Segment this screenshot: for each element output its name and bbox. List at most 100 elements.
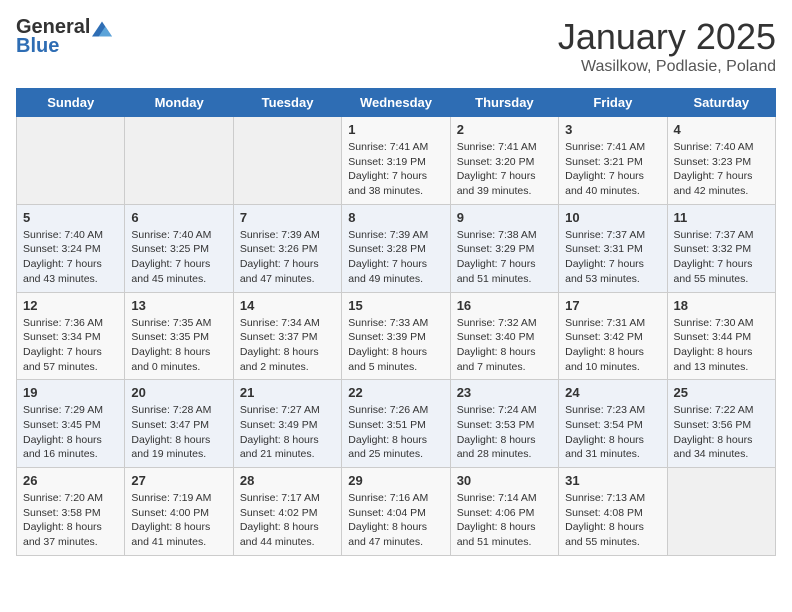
day-number: 23 xyxy=(457,385,552,400)
day-number: 13 xyxy=(131,298,226,313)
day-number: 3 xyxy=(565,122,660,137)
day-info: Sunrise: 7:40 AM Sunset: 3:25 PM Dayligh… xyxy=(131,228,226,287)
day-info: Sunrise: 7:40 AM Sunset: 3:24 PM Dayligh… xyxy=(23,228,118,287)
month-title: January 2025 xyxy=(558,16,776,58)
day-info: Sunrise: 7:30 AM Sunset: 3:44 PM Dayligh… xyxy=(674,316,769,375)
day-number: 21 xyxy=(240,385,335,400)
calendar-cell: 19 Sunrise: 7:29 AM Sunset: 3:45 PM Dayli… xyxy=(17,380,125,468)
calendar-cell xyxy=(125,117,233,205)
day-info: Sunrise: 7:37 AM Sunset: 3:32 PM Dayligh… xyxy=(674,228,769,287)
day-info: Sunrise: 7:28 AM Sunset: 3:47 PM Dayligh… xyxy=(131,403,226,462)
day-number: 4 xyxy=(674,122,769,137)
calendar-cell: 27Sunrise: 7:19 AM Sunset: 4:00 PM Dayli… xyxy=(125,468,233,556)
day-number: 14 xyxy=(240,298,335,313)
day-number: 28 xyxy=(240,473,335,488)
day-header-saturday: Saturday xyxy=(667,89,775,117)
day-number: 8 xyxy=(348,210,443,225)
day-info: Sunrise: 7:23 AM Sunset: 3:54 PM Dayligh… xyxy=(565,403,660,462)
day-header-wednesday: Wednesday xyxy=(342,89,450,117)
calendar-table: SundayMondayTuesdayWednesdayThursdayFrid… xyxy=(16,88,776,556)
day-number: 26 xyxy=(23,473,118,488)
day-number: 20 xyxy=(131,385,226,400)
calendar-cell: 11 Sunrise: 7:37 AM Sunset: 3:32 PM Dayli… xyxy=(667,204,775,292)
calendar-cell: 29 Sunrise: 7:16 AM Sunset: 4:04 PM Dayli… xyxy=(342,468,450,556)
day-info: Sunrise: 7:24 AM Sunset: 3:53 PM Dayligh… xyxy=(457,403,552,462)
day-number: 12 xyxy=(23,298,118,313)
day-number: 18 xyxy=(674,298,769,313)
day-number: 11 xyxy=(674,210,769,225)
calendar-cell: 1Sunrise: 7:41 AM Sunset: 3:19 PM Daylig… xyxy=(342,117,450,205)
day-number: 25 xyxy=(674,385,769,400)
day-number: 10 xyxy=(565,210,660,225)
day-number: 1 xyxy=(348,122,443,137)
week-row-4: 19 Sunrise: 7:29 AM Sunset: 3:45 PM Dayli… xyxy=(17,380,776,468)
day-info: Sunrise: 7:13 AM Sunset: 4:08 PM Dayligh… xyxy=(565,491,660,550)
calendar-cell: 4 Sunrise: 7:40 AM Sunset: 3:23 PM Daylig… xyxy=(667,117,775,205)
calendar-cell: 31 Sunrise: 7:13 AM Sunset: 4:08 PM Dayli… xyxy=(559,468,667,556)
day-header-sunday: Sunday xyxy=(17,89,125,117)
calendar-cell: 26 Sunrise: 7:20 AM Sunset: 3:58 PM Dayli… xyxy=(17,468,125,556)
day-number: 15 xyxy=(348,298,443,313)
day-number: 9 xyxy=(457,210,552,225)
calendar-cell: 20 Sunrise: 7:28 AM Sunset: 3:47 PM Dayli… xyxy=(125,380,233,468)
day-number: 19 xyxy=(23,385,118,400)
calendar-cell: 16 Sunrise: 7:32 AM Sunset: 3:40 PM Dayli… xyxy=(450,292,558,380)
day-info: Sunrise: 7:29 AM Sunset: 3:45 PM Dayligh… xyxy=(23,403,118,462)
calendar-cell xyxy=(17,117,125,205)
calendar-cell: 24 Sunrise: 7:23 AM Sunset: 3:54 PM Dayli… xyxy=(559,380,667,468)
day-info: Sunrise: 7:34 AM Sunset: 3:37 PM Dayligh… xyxy=(240,316,335,375)
day-info: Sunrise: 7:20 AM Sunset: 3:58 PM Dayligh… xyxy=(23,491,118,550)
day-info: Sunrise: 7:17 AM Sunset: 4:02 PM Dayligh… xyxy=(240,491,335,550)
day-header-thursday: Thursday xyxy=(450,89,558,117)
week-row-2: 5 Sunrise: 7:40 AM Sunset: 3:24 PM Daylig… xyxy=(17,204,776,292)
calendar-cell: 14 Sunrise: 7:34 AM Sunset: 3:37 PM Dayli… xyxy=(233,292,341,380)
day-number: 22 xyxy=(348,385,443,400)
calendar-cell: 6Sunrise: 7:40 AM Sunset: 3:25 PM Daylig… xyxy=(125,204,233,292)
calendar-cell: 3 Sunrise: 7:41 AM Sunset: 3:21 PM Daylig… xyxy=(559,117,667,205)
day-info: Sunrise: 7:37 AM Sunset: 3:31 PM Dayligh… xyxy=(565,228,660,287)
page-header: General Blue January 2025 Wasilkow, Podl… xyxy=(16,16,776,76)
calendar-cell xyxy=(667,468,775,556)
day-number: 7 xyxy=(240,210,335,225)
day-header-friday: Friday xyxy=(559,89,667,117)
calendar-cell: 13 Sunrise: 7:35 AM Sunset: 3:35 PM Dayli… xyxy=(125,292,233,380)
calendar-cell: 28 Sunrise: 7:17 AM Sunset: 4:02 PM Dayli… xyxy=(233,468,341,556)
calendar-cell: 21 Sunrise: 7:27 AM Sunset: 3:49 PM Dayli… xyxy=(233,380,341,468)
day-info: Sunrise: 7:31 AM Sunset: 3:42 PM Dayligh… xyxy=(565,316,660,375)
week-row-3: 12 Sunrise: 7:36 AM Sunset: 3:34 PM Dayli… xyxy=(17,292,776,380)
calendar-cell: 17 Sunrise: 7:31 AM Sunset: 3:42 PM Dayli… xyxy=(559,292,667,380)
day-info: Sunrise: 7:39 AM Sunset: 3:28 PM Dayligh… xyxy=(348,228,443,287)
day-info: Sunrise: 7:40 AM Sunset: 3:23 PM Dayligh… xyxy=(674,140,769,199)
calendar-cell: 22Sunrise: 7:26 AM Sunset: 3:51 PM Dayli… xyxy=(342,380,450,468)
day-number: 29 xyxy=(348,473,443,488)
day-number: 17 xyxy=(565,298,660,313)
day-number: 5 xyxy=(23,210,118,225)
day-info: Sunrise: 7:32 AM Sunset: 3:40 PM Dayligh… xyxy=(457,316,552,375)
day-number: 30 xyxy=(457,473,552,488)
day-info: Sunrise: 7:19 AM Sunset: 4:00 PM Dayligh… xyxy=(131,491,226,550)
day-info: Sunrise: 7:27 AM Sunset: 3:49 PM Dayligh… xyxy=(240,403,335,462)
day-info: Sunrise: 7:33 AM Sunset: 3:39 PM Dayligh… xyxy=(348,316,443,375)
day-info: Sunrise: 7:35 AM Sunset: 3:35 PM Dayligh… xyxy=(131,316,226,375)
calendar-cell: 5 Sunrise: 7:40 AM Sunset: 3:24 PM Daylig… xyxy=(17,204,125,292)
day-info: Sunrise: 7:36 AM Sunset: 3:34 PM Dayligh… xyxy=(23,316,118,375)
title-block: January 2025 Wasilkow, Podlasie, Poland xyxy=(558,16,776,76)
calendar-cell: 18 Sunrise: 7:30 AM Sunset: 3:44 PM Dayli… xyxy=(667,292,775,380)
day-header-tuesday: Tuesday xyxy=(233,89,341,117)
day-info: Sunrise: 7:38 AM Sunset: 3:29 PM Dayligh… xyxy=(457,228,552,287)
calendar-cell: 15 Sunrise: 7:33 AM Sunset: 3:39 PM Dayli… xyxy=(342,292,450,380)
location-subtitle: Wasilkow, Podlasie, Poland xyxy=(558,58,776,76)
calendar-cell: 12 Sunrise: 7:36 AM Sunset: 3:34 PM Dayli… xyxy=(17,292,125,380)
day-info: Sunrise: 7:14 AM Sunset: 4:06 PM Dayligh… xyxy=(457,491,552,550)
day-number: 24 xyxy=(565,385,660,400)
day-info: Sunrise: 7:16 AM Sunset: 4:04 PM Dayligh… xyxy=(348,491,443,550)
calendar-cell: 30 Sunrise: 7:14 AM Sunset: 4:06 PM Dayli… xyxy=(450,468,558,556)
day-number: 31 xyxy=(565,473,660,488)
logo-blue-text: Blue xyxy=(16,35,59,58)
calendar-cell: 9 Sunrise: 7:38 AM Sunset: 3:29 PM Daylig… xyxy=(450,204,558,292)
logo: General Blue xyxy=(16,16,112,58)
day-info: Sunrise: 7:41 AM Sunset: 3:20 PM Dayligh… xyxy=(457,140,552,199)
days-header-row: SundayMondayTuesdayWednesdayThursdayFrid… xyxy=(17,89,776,117)
day-info: Sunrise: 7:41 AM Sunset: 3:21 PM Dayligh… xyxy=(565,140,660,199)
day-number: 16 xyxy=(457,298,552,313)
